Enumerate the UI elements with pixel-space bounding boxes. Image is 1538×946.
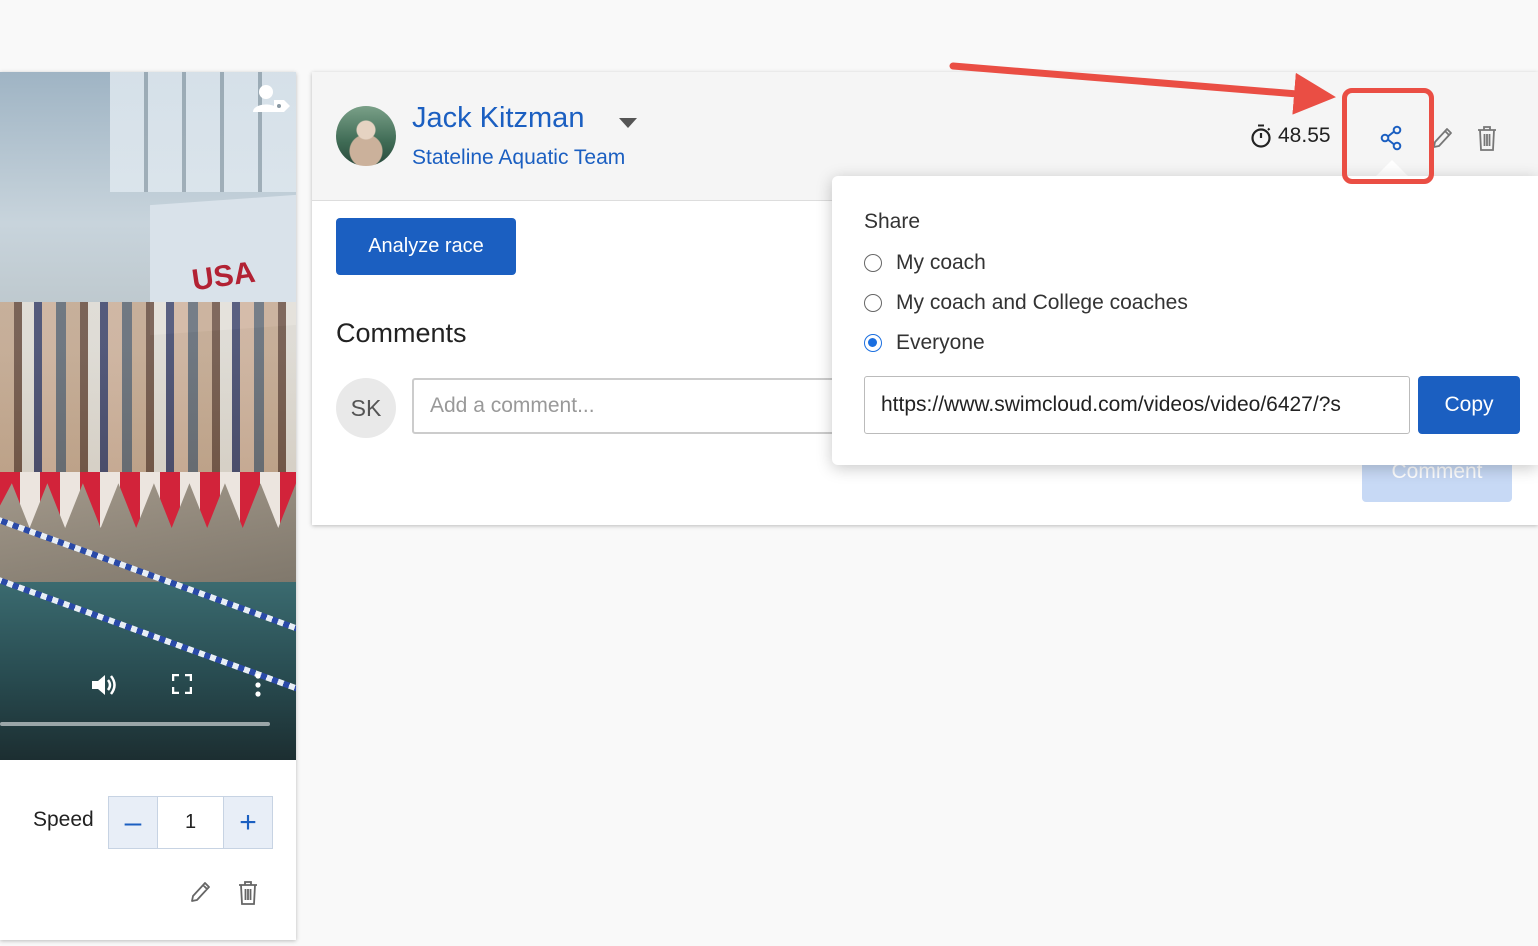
share-option-my-coach[interactable]: My coach [864, 250, 986, 276]
trash-icon [1478, 126, 1496, 151]
video-bg-lane-line [0, 574, 296, 696]
comments-heading: Comments [336, 318, 467, 348]
fullscreen-icon [171, 673, 193, 695]
annotation-highlight-box [1342, 88, 1434, 184]
race-time-value: 48.55 [1278, 124, 1331, 147]
volume-button[interactable] [90, 672, 118, 703]
share-option-label: My coach [896, 251, 986, 274]
delete-race-button[interactable] [1476, 124, 1498, 157]
speed-control: Speed – 1 + [0, 784, 296, 849]
fullscreen-button[interactable] [171, 673, 193, 699]
athlete-name-link[interactable]: Jack Kitzman [412, 102, 584, 135]
person-tag-icon [253, 85, 290, 112]
user-avatar: SK [336, 378, 396, 438]
video-player[interactable]: USA [0, 72, 296, 760]
speed-decrease-button[interactable]: – [109, 797, 157, 848]
pencil-icon [191, 882, 210, 902]
share-option-label: Everyone [896, 331, 985, 354]
more-options-button[interactable] [254, 672, 262, 703]
video-card: USA Speed – 1 + [0, 72, 296, 940]
copy-link-button[interactable]: Copy [1418, 376, 1520, 434]
edit-video-button[interactable] [188, 880, 212, 911]
stopwatch-icon [1251, 124, 1271, 148]
share-option-college-coaches[interactable]: My coach and College coaches [864, 290, 1188, 316]
video-bg-crowd [0, 302, 296, 472]
tag-person-button[interactable] [252, 82, 292, 116]
radio-my-coach[interactable] [864, 254, 882, 272]
speed-label: Speed [33, 808, 94, 831]
radio-everyone[interactable] [864, 334, 882, 352]
share-popover: Share My coach My coach and College coac… [832, 176, 1538, 465]
share-option-label: My coach and College coaches [896, 291, 1188, 314]
share-heading: Share [864, 210, 921, 233]
volume-icon [92, 675, 116, 695]
athlete-dropdown-button[interactable] [618, 116, 638, 134]
trash-icon [239, 881, 257, 905]
speed-stepper: – 1 + [108, 796, 273, 849]
athlete-avatar[interactable] [336, 106, 396, 166]
share-url-field[interactable]: https://www.swimcloud.com/videos/video/6… [864, 376, 1410, 434]
delete-video-button[interactable] [237, 880, 259, 911]
radio-college-coaches[interactable] [864, 294, 882, 312]
more-vertical-icon [255, 673, 261, 697]
video-progress-bar[interactable] [0, 722, 270, 726]
team-name-link[interactable]: Stateline Aquatic Team [412, 146, 625, 170]
analyze-race-button[interactable]: Analyze race [336, 218, 516, 275]
speed-value[interactable]: 1 [157, 797, 224, 848]
share-option-everyone[interactable]: Everyone [864, 330, 985, 356]
speed-increase-button[interactable]: + [224, 797, 272, 848]
caret-down-icon [619, 118, 637, 128]
race-time: 48.55 [1250, 122, 1331, 150]
